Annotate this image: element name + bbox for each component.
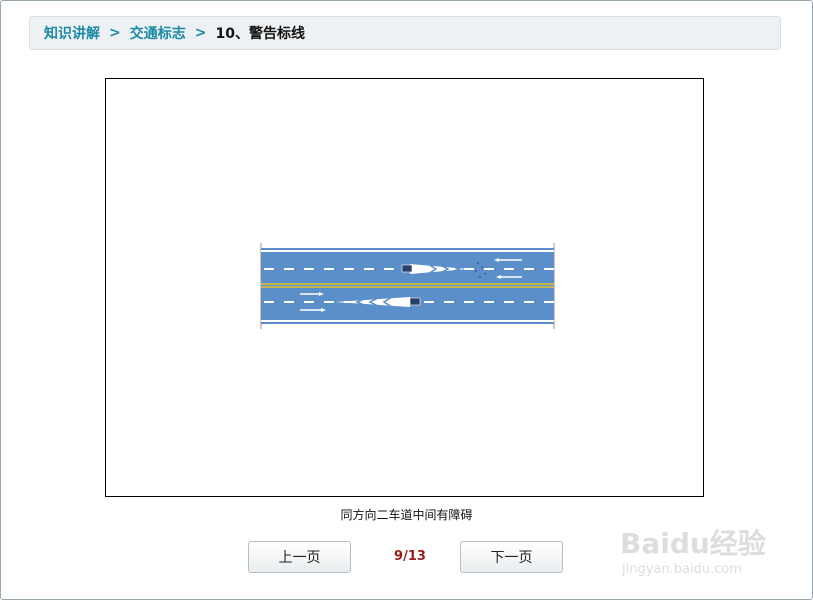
breadcrumb-current: 10、警告标线 bbox=[215, 26, 305, 42]
road-marking-illustration bbox=[260, 243, 555, 329]
breadcrumb-separator-icon: > bbox=[194, 25, 207, 41]
image-viewer bbox=[105, 78, 704, 497]
breadcrumb-link-knowledge[interactable]: 知识讲解 bbox=[44, 23, 100, 43]
next-page-button[interactable]: 下一页 bbox=[460, 541, 563, 573]
breadcrumb-separator-icon: > bbox=[109, 25, 121, 41]
watermark-url: jingyan.baidu.com bbox=[622, 562, 742, 577]
page-indicator: 9/13 bbox=[394, 549, 426, 564]
watermark-brand: Baidu经验 bbox=[620, 527, 766, 560]
breadcrumb-link-traffic-signs[interactable]: 交通标志 bbox=[130, 23, 186, 43]
watermark: Baidu经验 jingyan.baidu.com bbox=[620, 512, 780, 582]
prev-page-button[interactable]: 上一页 bbox=[248, 541, 351, 573]
breadcrumb: 知识讲解 > 交通标志 > 10、警告标线 bbox=[29, 16, 781, 50]
